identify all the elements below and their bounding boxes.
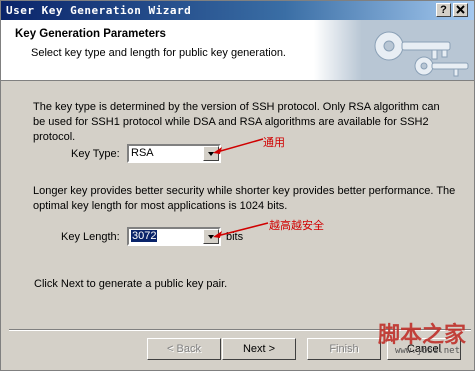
key-type-label: Key Type: xyxy=(71,148,120,160)
wizard-header: Key Generation Parameters Select key typ… xyxy=(1,20,474,81)
window-title: User Key Generation Wizard xyxy=(6,4,192,17)
close-button[interactable] xyxy=(453,3,468,17)
next-button[interactable]: Next > xyxy=(222,338,296,360)
watermark-url: www.jb51.net xyxy=(394,346,460,356)
help-button[interactable]: ? xyxy=(436,3,451,17)
back-button[interactable]: < Back xyxy=(147,338,221,360)
arrow-annotation-2 xyxy=(213,222,269,238)
wizard-window: User Key Generation Wizard ? Key Generat… xyxy=(0,0,475,371)
key-length-label: Key Length: xyxy=(61,231,120,243)
annotation-common: 通用 xyxy=(263,137,285,149)
key-type-select[interactable]: RSA xyxy=(127,144,221,163)
watermark-logo: 脚本之家 xyxy=(377,322,466,348)
page-title: Key Generation Parameters xyxy=(15,28,166,40)
footer-instruction: Click Next to generate a public key pair… xyxy=(34,278,228,290)
keys-icon xyxy=(314,20,474,80)
close-icon xyxy=(456,5,465,14)
page-subtitle: Select key type and length for public ke… xyxy=(31,47,286,59)
arrow-annotation-1 xyxy=(213,138,264,154)
key-length-select[interactable]: 3072 xyxy=(127,227,221,246)
key-length-description: Longer key provides better security whil… xyxy=(33,185,456,212)
finish-button[interactable]: Finish xyxy=(307,338,381,360)
key-type-value: RSA xyxy=(131,147,154,159)
annotation-more-secure: 越高越安全 xyxy=(269,220,324,232)
key-length-value: 3072 xyxy=(131,230,158,242)
title-bar[interactable]: User Key Generation Wizard ? xyxy=(1,1,474,20)
